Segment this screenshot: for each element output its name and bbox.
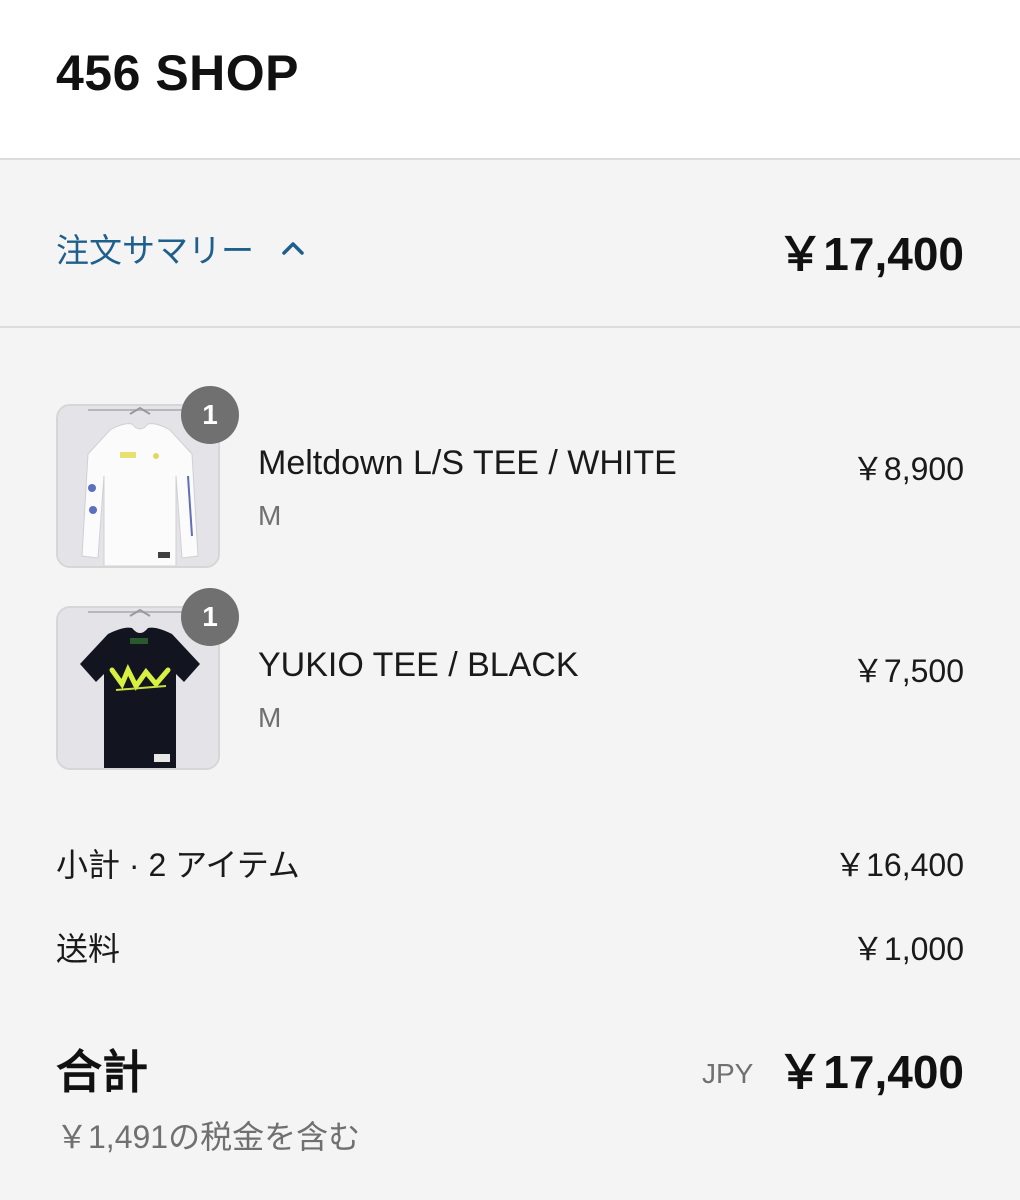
quantity-badge: 1: [181, 588, 239, 646]
shipping-label: 送料: [56, 931, 121, 967]
order-summary-toggle[interactable]: 注文サマリー: [56, 224, 306, 272]
shipping-value: ￥1,000: [851, 931, 964, 967]
item-variant: M: [258, 500, 282, 531]
total-row: 合計 JPY ￥17,400: [56, 1036, 964, 1102]
total-label: 合計: [56, 1046, 148, 1098]
item-title: YUKIO TEE / BLACK: [258, 646, 579, 684]
shop-name[interactable]: 456 SHOP: [56, 44, 299, 102]
currency-code: JPY: [701, 1058, 754, 1089]
total-amount-group: JPY ￥17,400: [702, 1036, 964, 1102]
total-amount: ￥17,400: [777, 1046, 964, 1098]
subtotal-value: ￥16,400: [834, 847, 964, 883]
item-price: ￥8,900: [851, 451, 964, 487]
quantity-badge: 1: [181, 386, 239, 444]
order-summary-label: 注文サマリー: [56, 232, 254, 269]
item-price: ￥7,500: [851, 653, 964, 689]
line-item: 1 Meltdown L/S TEE / WHITE M ￥8,900: [0, 386, 1020, 574]
chevron-up-icon: [282, 242, 304, 255]
subtotal-label: 小計 · 2 アイテム: [56, 847, 300, 883]
summary-total: ￥17,400: [777, 228, 964, 280]
tax-note: ￥1,491の税金を含む: [56, 1119, 361, 1155]
order-summary-bar[interactable]: 注文サマリー ￥17,400: [0, 162, 1020, 328]
item-title: Meltdown L/S TEE / WHITE: [258, 444, 677, 482]
item-variant: M: [258, 702, 282, 733]
subtotal-row: 小計 · 2 アイテム ￥16,400: [56, 840, 964, 886]
line-item: 1 YUKIO TEE / BLACK M ￥7,500: [0, 588, 1020, 776]
header: 456 SHOP: [0, 0, 1020, 160]
shipping-row: 送料 ￥1,000: [56, 924, 964, 970]
